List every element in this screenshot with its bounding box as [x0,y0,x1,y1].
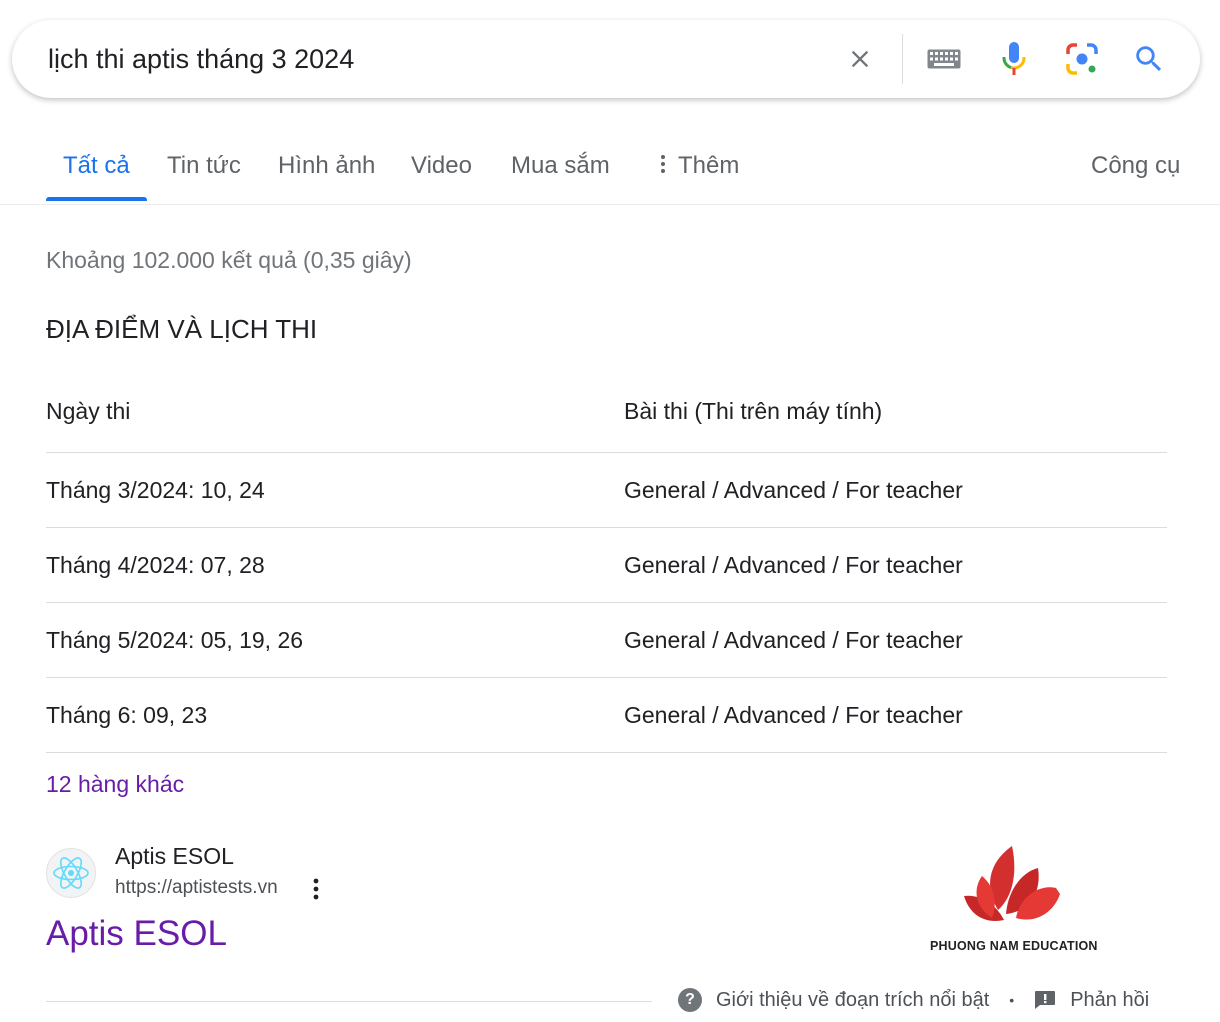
result-thumbnail[interactable]: PHUONG NAM EDUCATION [920,838,1100,958]
tab-news[interactable]: Tin tức [167,152,241,180]
table-cell: Tháng 5/2024: 05, 19, 26 [46,627,304,653]
tab-all[interactable]: Tất cả [63,152,130,180]
react-atom-icon [53,857,89,889]
help-icon[interactable]: ? [678,988,702,1012]
search-divider [902,34,903,84]
search-tabs: Tất cả Tin tức Hình ảnh Video Mua sắm Th… [0,140,1220,205]
tools-button[interactable]: Công cụ [1091,152,1180,180]
result-title-link[interactable]: Aptis ESOL [46,914,227,954]
feedback-link[interactable]: Phản hồi [1070,989,1149,1012]
search-input[interactable]: lịch thi aptis tháng 3 2024 [48,44,354,75]
table-header-row: Ngày thi Bài thi (Thi trên máy tính) [46,374,1167,453]
separator: • [1009,992,1015,1008]
active-tab-indicator [46,197,147,201]
about-snippet-link[interactable]: Giới thiệu về đoạn trích nổi bật [716,989,989,1012]
table-row: Tháng 5/2024: 05, 19, 26 General / Advan… [46,603,1167,678]
result-stats: Khoảng 102.000 kết quả (0,35 giây) [46,247,412,273]
column-header: Bài thi (Thi trên máy tính) [624,398,883,424]
table-cell: Tháng 3/2024: 10, 24 [46,477,265,503]
column-header: Ngày thi [46,398,131,424]
table-cell: General / Advanced / For teacher [624,552,963,578]
site-favicon[interactable] [46,848,96,898]
keyboard-icon[interactable] [925,40,963,78]
tab-videos[interactable]: Video [411,152,472,180]
result-options-icon[interactable] [306,874,326,904]
site-url[interactable]: https://aptistests.vn [115,877,278,899]
tab-shopping[interactable]: Mua sắm [511,152,610,180]
lotus-logo-icon [964,846,1060,921]
snippet-table: Ngày thi Bài thi (Thi trên máy tính) Thá… [46,374,1167,753]
search-box[interactable]: lịch thi aptis tháng 3 2024 [12,20,1200,98]
table-row: Tháng 6: 09, 23 General / Advanced / For… [46,678,1167,753]
table-cell: General / Advanced / For teacher [624,627,963,653]
feedback-icon[interactable] [1034,990,1056,1010]
mic-icon[interactable] [995,40,1033,78]
snippet-divider [46,1001,652,1002]
close-icon[interactable] [841,40,879,78]
snippet-heading: ĐỊA ĐIỂM VÀ LỊCH THI [46,314,318,344]
search-icon[interactable] [1130,40,1168,78]
table-row: Tháng 4/2024: 07, 28 General / Advanced … [46,528,1167,603]
table-cell: General / Advanced / For teacher [624,702,963,728]
tab-more[interactable]: Thêm [656,152,739,180]
more-vert-icon [661,155,665,173]
tab-more-label: Thêm [678,152,740,179]
logo-text: PHUONG NAM EDUCATION [930,939,1098,953]
lens-icon[interactable] [1063,40,1101,78]
table-row: Tháng 3/2024: 10, 24 General / Advanced … [46,453,1167,528]
table-cell: Tháng 4/2024: 07, 28 [46,552,265,578]
snippet-footer: ? Giới thiệu về đoạn trích nổi bật • Phả… [678,988,1149,1012]
tab-images[interactable]: Hình ảnh [278,152,375,180]
table-cell: Tháng 6: 09, 23 [46,702,208,728]
more-rows-link[interactable]: 12 hàng khác [46,771,184,798]
site-name[interactable]: Aptis ESOL [115,843,234,870]
table-cell: General / Advanced / For teacher [624,477,963,503]
